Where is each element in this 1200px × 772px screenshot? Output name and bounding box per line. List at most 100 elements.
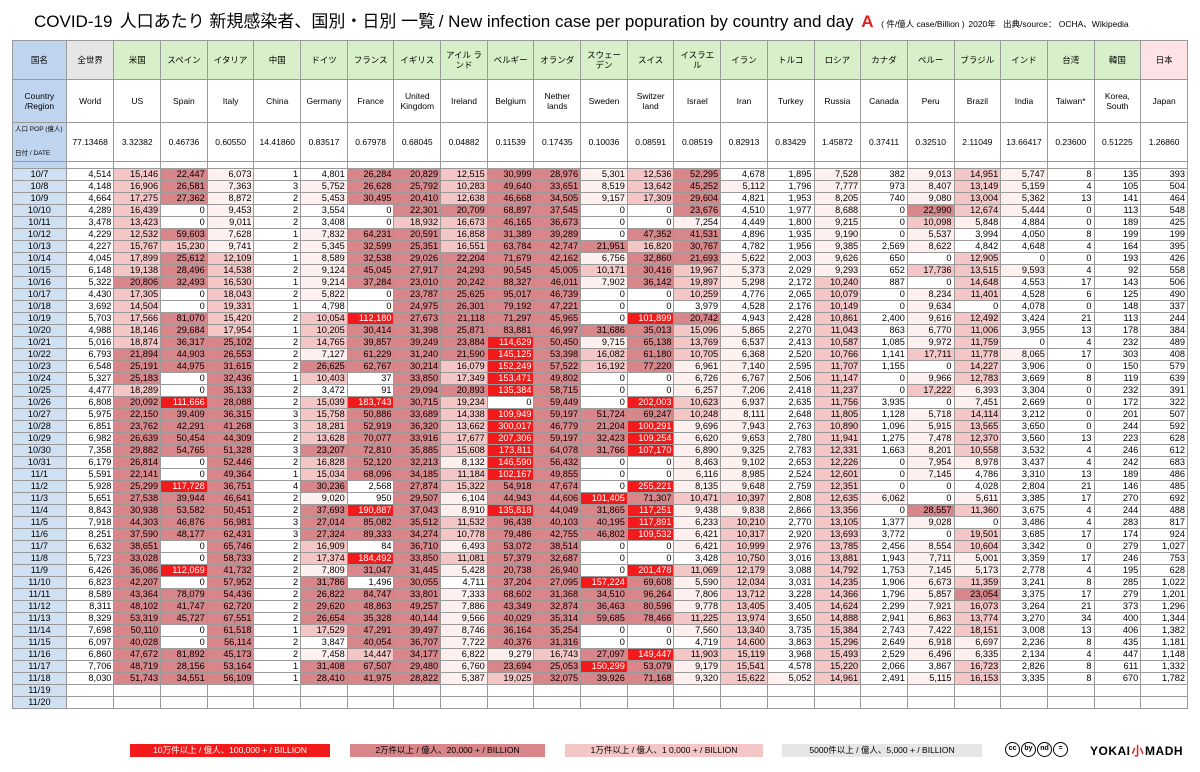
population-value: 2.11049 xyxy=(953,122,1002,162)
value-cell: 3,669 xyxy=(1000,372,1048,385)
value-cell: 9,616 xyxy=(906,312,955,325)
value-cell: 34,510 xyxy=(580,588,628,601)
value-cell: 77,220 xyxy=(626,360,675,373)
value-cell: 117,251 xyxy=(626,504,675,517)
value-cell: 189 xyxy=(1093,468,1142,481)
value-cell: 17,566 xyxy=(113,312,162,325)
value-cell: 7,363 xyxy=(206,180,255,193)
value-cell: 21,894 xyxy=(113,348,162,361)
value-cell: 0 xyxy=(1046,540,1095,553)
value-cell: 27,324 xyxy=(300,528,348,541)
value-cell: 2,428 xyxy=(766,312,815,325)
date-cell: 10/16 xyxy=(12,276,67,289)
value-cell: 2,134 xyxy=(1000,648,1048,661)
value-cell: 0 xyxy=(860,300,908,313)
value-cell: 25,792 xyxy=(393,180,442,193)
value-cell: 2 xyxy=(253,432,302,445)
column-header-ja: 米国 xyxy=(113,40,162,80)
table-row: 11/5 7,918 44,303 46,876 56,981 3 27,014 85,082… xyxy=(12,516,1188,529)
value-cell: 611 xyxy=(1093,660,1142,673)
value-cell: 6,673 xyxy=(906,576,955,589)
value-cell: 3,675 xyxy=(1000,504,1048,517)
value-cell: 0 xyxy=(580,540,628,553)
value-cell xyxy=(1046,696,1095,709)
population-value: 0.83517 xyxy=(300,122,348,162)
value-cell: 12,179 xyxy=(720,564,768,577)
value-cell: 2,456 xyxy=(860,540,908,553)
value-cell: 39,249 xyxy=(393,336,442,349)
value-cell xyxy=(440,684,488,697)
value-cell: 6,496 xyxy=(906,648,955,661)
value-cell: 1,796 xyxy=(860,588,908,601)
value-cell: 4 xyxy=(1046,336,1095,349)
value-cell: 887 xyxy=(860,276,908,289)
value-cell: 41,975 xyxy=(346,672,395,685)
value-cell: 26,628 xyxy=(346,180,395,193)
value-cell: 20,806 xyxy=(113,276,162,289)
date-cell: 11/13 xyxy=(12,612,67,625)
column-header-ja: アイル ランド xyxy=(440,40,488,80)
spacer-cell xyxy=(1140,161,1188,169)
value-cell: 3,472 xyxy=(300,384,348,397)
value-cell: 42,291 xyxy=(160,420,208,433)
license-nd-icon: nd xyxy=(1037,742,1052,757)
value-cell: 16,082 xyxy=(580,348,628,361)
value-cell: 6,426 xyxy=(65,564,115,577)
value-cell: 10,205 xyxy=(300,324,348,337)
value-cell: 3,478 xyxy=(65,216,115,229)
value-cell: 31,316 xyxy=(533,636,582,649)
value-cell: 149,447 xyxy=(626,648,675,661)
value-cell: 14,504 xyxy=(113,300,162,313)
table-row: 10/20 4,988 18,146 29,684 17,954 1 10,205 30,41… xyxy=(12,324,1188,337)
value-cell xyxy=(65,696,115,709)
value-cell: 740 xyxy=(860,192,908,205)
value-cell: 5,865 xyxy=(720,324,768,337)
value-cell: 13 xyxy=(1046,324,1095,337)
value-cell: 62,431 xyxy=(206,528,255,541)
spacer-cell xyxy=(673,161,722,169)
value-cell: 400 xyxy=(1093,612,1142,625)
value-cell: 2,653 xyxy=(766,456,815,469)
value-cell: 14,961 xyxy=(813,672,862,685)
value-cell: 35,885 xyxy=(393,444,442,457)
value-cell: 0 xyxy=(346,288,395,301)
value-cell: 12,351 xyxy=(813,480,862,493)
value-cell: 4 xyxy=(1046,504,1095,517)
value-cell: 12,109 xyxy=(206,252,255,265)
value-cell: 16,743 xyxy=(533,648,582,661)
value-cell: 17,529 xyxy=(300,624,348,637)
value-cell xyxy=(673,684,722,697)
value-cell: 157,224 xyxy=(580,576,628,589)
value-cell: 3,304 xyxy=(1000,384,1048,397)
column-header-en: Peru xyxy=(906,79,955,123)
value-cell: 9,124 xyxy=(300,264,348,277)
value-cell: 48,719 xyxy=(113,660,162,673)
license-nd-icon: = xyxy=(1053,742,1068,757)
column-header-en: Korea, South xyxy=(1093,79,1142,123)
value-cell: 4,050 xyxy=(1000,228,1048,241)
value-cell: 5,718 xyxy=(906,408,955,421)
value-cell: 2 xyxy=(253,504,302,517)
value-cell: 15,420 xyxy=(206,312,255,325)
value-cell: 143 xyxy=(1093,276,1142,289)
value-cell: 17,374 xyxy=(300,552,348,565)
value-cell: 3,650 xyxy=(766,612,815,625)
value-cell: 2,400 xyxy=(860,312,908,325)
value-cell: 2,065 xyxy=(766,288,815,301)
value-cell: 0 xyxy=(160,552,208,565)
value-cell: 7,528 xyxy=(813,168,862,181)
value-cell: 17 xyxy=(1046,276,1095,289)
value-cell: 50,454 xyxy=(160,432,208,445)
value-cell: 25,612 xyxy=(160,252,208,265)
value-cell: 61,229 xyxy=(346,348,395,361)
value-cell: 4,782 xyxy=(720,240,768,253)
value-cell: 125 xyxy=(1093,288,1142,301)
date-cell: 11/2 xyxy=(12,480,67,493)
value-cell: 489 xyxy=(1140,336,1188,349)
value-cell: 3,692 xyxy=(65,300,115,313)
value-cell: 950 xyxy=(346,492,395,505)
value-cell: 11,359 xyxy=(953,576,1002,589)
value-cell: 2,649 xyxy=(860,636,908,649)
value-cell: 50,886 xyxy=(346,408,395,421)
value-cell: 16,858 xyxy=(440,228,488,241)
